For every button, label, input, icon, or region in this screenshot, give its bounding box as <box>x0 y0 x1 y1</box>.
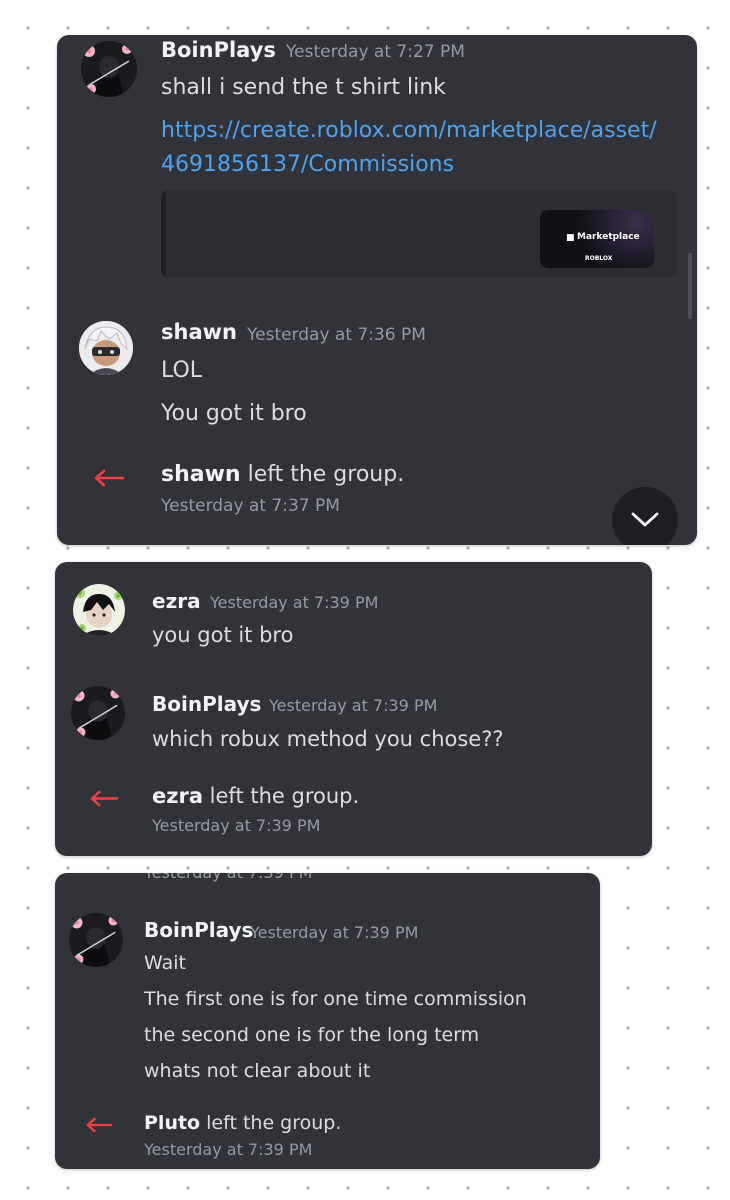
message-text: LOL <box>161 358 203 383</box>
chat-card-2: ezra Yesterday at 7:39 PM you got it bro… <box>55 562 652 856</box>
system-user[interactable]: Pluto <box>144 1112 200 1134</box>
message-author[interactable]: shawn <box>161 320 237 344</box>
system-timestamp: Yesterday at 7:39 PM <box>152 816 321 835</box>
chat-card-3: Yesterday at 7:39 PM BoinPlays Yesterday… <box>55 873 600 1169</box>
system-timestamp: Yesterday at 7:37 PM <box>161 496 340 516</box>
jump-to-bottom-button[interactable] <box>612 487 678 545</box>
message-timestamp: Yesterday at 7:36 PM <box>247 325 426 345</box>
thumb-title: Marketplace <box>577 232 640 242</box>
system-action: left the group. <box>200 1112 342 1134</box>
message-text: shall i send the t shirt link <box>161 75 446 100</box>
roblox-logo-icon: ■ <box>566 233 575 243</box>
message-text: whats not clear about it <box>144 1060 371 1082</box>
leave-arrow-icon <box>94 469 125 487</box>
system-action: left the group. <box>240 462 405 487</box>
chat-card-1: BoinPlays Yesterday at 7:27 PM shall i s… <box>57 35 697 545</box>
message-author[interactable]: BoinPlays <box>144 918 253 942</box>
message-text: The first one is for one time commission <box>144 988 527 1010</box>
system-user[interactable]: shawn <box>161 462 241 487</box>
system-message: ezra left the group. <box>152 784 359 808</box>
shawn-avatar[interactable] <box>79 321 133 375</box>
scrollbar-thumb[interactable] <box>688 253 692 319</box>
message-text: You got it bro <box>161 401 307 426</box>
message-author[interactable]: ezra <box>152 589 201 613</box>
message-link[interactable]: https://create.roblox.com/marketplace/as… <box>161 118 657 143</box>
system-message: shawn left the group. <box>161 462 404 487</box>
leave-arrow-icon <box>90 790 119 807</box>
chevron-down-icon <box>631 512 659 527</box>
system-action: left the group. <box>203 784 360 808</box>
thumb-brand: ROBLOX <box>585 255 613 262</box>
message-timestamp: Yesterday at 7:39 PM <box>250 923 419 942</box>
ezra-avatar[interactable] <box>73 584 125 636</box>
message-timestamp: Yesterday at 7:39 PM <box>269 696 438 715</box>
message-timestamp: Yesterday at 7:27 PM <box>286 42 465 62</box>
boinplays-avatar[interactable] <box>69 913 123 967</box>
system-message: Pluto left the group. <box>144 1112 341 1134</box>
message-text: which robux method you chose?? <box>152 727 504 751</box>
cutoff-timestamp: Yesterday at 7:39 PM <box>144 873 312 882</box>
embed-thumbnail[interactable]: ■ Marketplace ROBLOX <box>540 210 654 268</box>
boinplays-avatar[interactable] <box>81 41 137 97</box>
message-timestamp: Yesterday at 7:39 PM <box>210 593 379 612</box>
message-author[interactable]: BoinPlays <box>152 692 261 716</box>
system-user[interactable]: ezra <box>152 784 203 808</box>
boinplays-avatar[interactable] <box>71 686 125 740</box>
message-text: Wait <box>144 952 186 974</box>
leave-arrow-icon <box>86 1117 113 1133</box>
message-link[interactable]: 4691856137/Commissions <box>161 152 454 177</box>
message-author[interactable]: BoinPlays <box>161 38 276 62</box>
message-text: the second one is for the long term <box>144 1024 480 1046</box>
system-timestamp: Yesterday at 7:39 PM <box>144 1140 313 1159</box>
message-text: you got it bro <box>152 623 294 647</box>
link-embed[interactable]: ■ Marketplace ROBLOX <box>161 191 677 277</box>
